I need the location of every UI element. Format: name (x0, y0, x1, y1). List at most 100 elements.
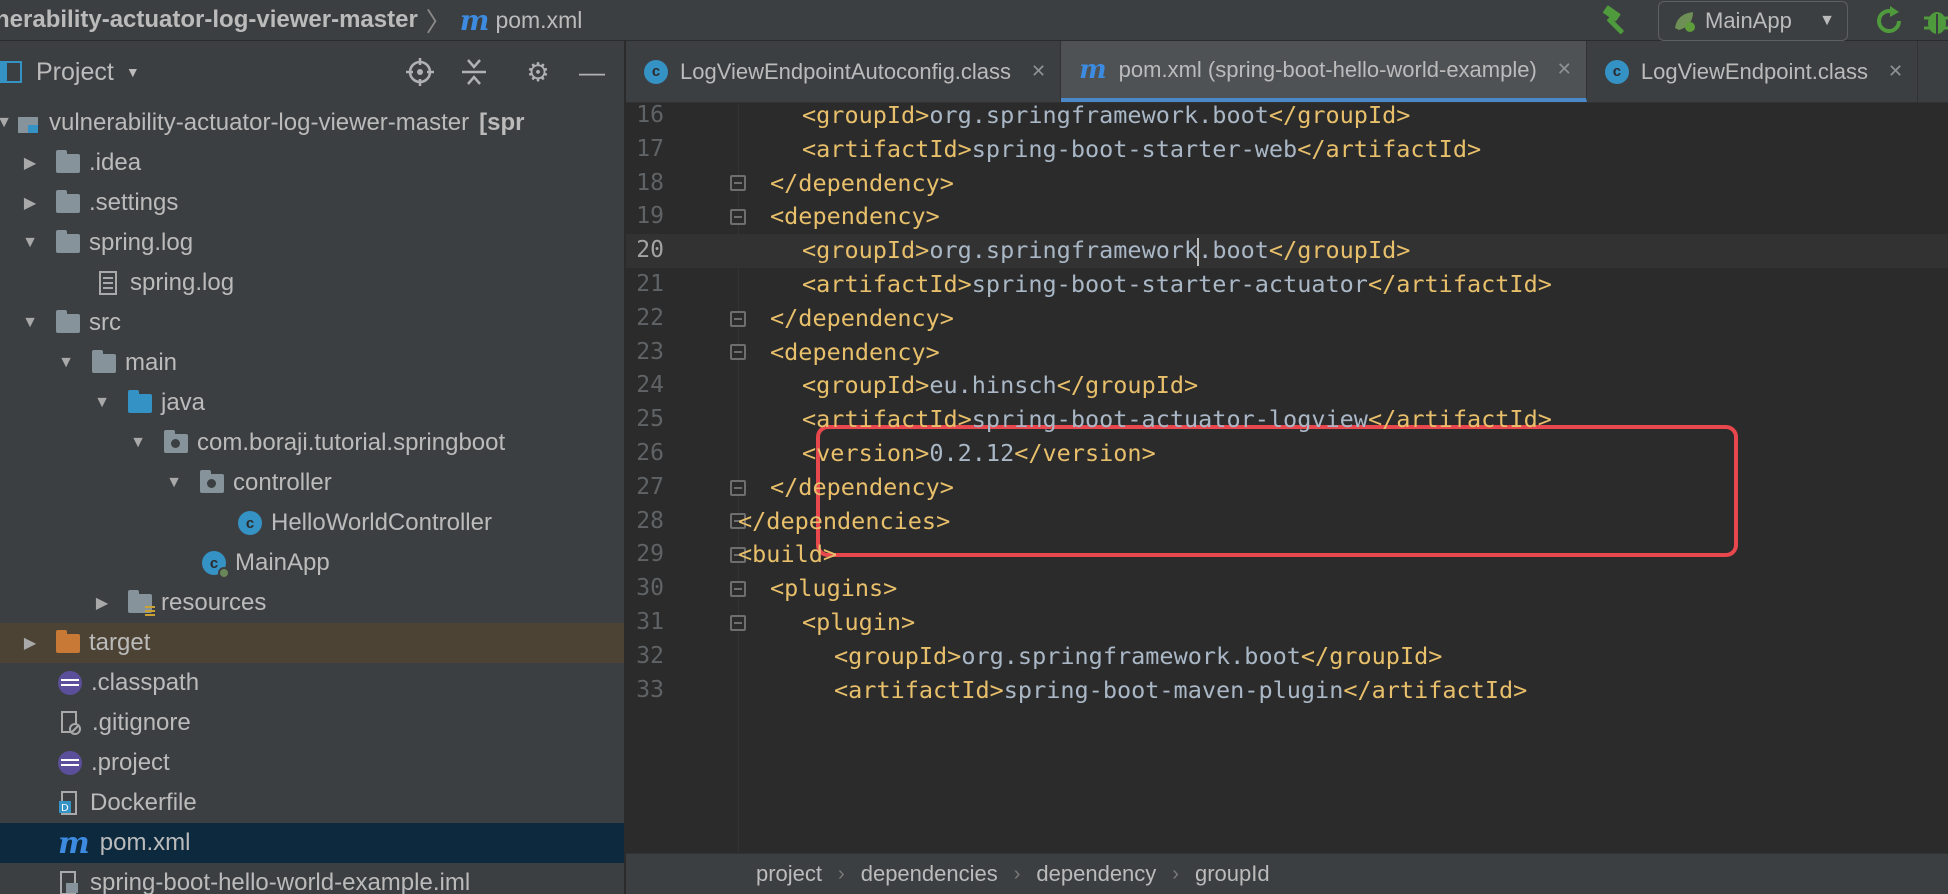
fold-marker-icon[interactable] (730, 479, 746, 496)
tree-item-label: src (89, 309, 121, 336)
line-number: 24 (636, 372, 664, 399)
close-icon[interactable]: ✕ (1888, 61, 1903, 82)
line-number: 27 (636, 473, 664, 500)
chevron-right-icon[interactable]: ▶ (20, 633, 40, 653)
tree-item-mainapp[interactable]: c MainApp (0, 543, 624, 583)
tree-item-target[interactable]: ▶ target (0, 623, 624, 663)
code-line[interactable]: 21 <artifactId>spring-boot-starter-actuat… (626, 268, 1948, 302)
chevron-right-icon[interactable]: ▶ (20, 193, 40, 213)
tree-item-controller[interactable]: ▼ controller (0, 463, 624, 503)
close-icon[interactable]: ✕ (1031, 61, 1046, 82)
xml-tag: <artifactId> (802, 405, 972, 434)
code-line[interactable]: 17 <artifactId>spring-boot-starter-web</a… (626, 133, 1948, 167)
tab-logviewendpointautoconfig[interactable]: c LogViewEndpointAutoconfig.class ✕ (626, 41, 1062, 102)
tree-item-pom-xml[interactable]: m pom.xml (0, 823, 624, 863)
chevron-right-icon[interactable]: ▶ (20, 153, 40, 173)
fold-marker-icon[interactable] (730, 175, 746, 192)
tree-item-helloworldcontroller[interactable]: c HelloWorldController (0, 503, 624, 543)
tree-item-src[interactable]: ▼ src (0, 303, 624, 343)
code-line[interactable]: 25 <artifactId>spring-boot-actuator-logvi… (626, 403, 1948, 437)
xml-tag: </version> (1014, 439, 1156, 467)
tree-item-main[interactable]: ▼ main (0, 343, 624, 383)
code-content: <groupId>org.springframework.boot</group… (802, 234, 1410, 268)
breadcrumb-item[interactable]: project (756, 861, 822, 887)
chevron-down-icon[interactable]: ▼ (164, 474, 184, 492)
tree-item-classpath[interactable]: .classpath (0, 663, 624, 703)
tree-item-spring-log-file[interactable]: spring.log (0, 263, 624, 303)
chevron-down-icon[interactable]: ▼ (126, 64, 140, 80)
code-line[interactable]: 32 <groupId>org.springframework.boot</gro… (626, 640, 1948, 674)
chevron-down-icon[interactable]: ▼ (20, 234, 40, 252)
tree-item-settings[interactable]: ▶ .settings (0, 183, 624, 223)
code-content: </dependency> (770, 471, 954, 505)
fold-marker-icon[interactable] (730, 344, 746, 361)
debug-bug-icon[interactable] (1920, 4, 1948, 38)
tree-item-gitignore[interactable]: .gitignore (0, 703, 624, 743)
code-line[interactable]: 33 <artifactId>spring-boot-maven-plugin</… (626, 674, 1948, 708)
code-content: <groupId>org.springframework.boot</group… (834, 640, 1442, 674)
fold-marker-icon[interactable] (730, 209, 746, 226)
code-line[interactable]: 28 </dependencies> (626, 505, 1948, 539)
source-folder-icon (128, 389, 152, 413)
xml-tag: </artifactId> (1367, 270, 1552, 298)
code-line[interactable]: 18 </dependency> (626, 167, 1948, 201)
chevron-right-icon[interactable]: ▶ (92, 593, 112, 613)
code-editor[interactable]: 16 <groupId>org.springframework.boot</gro… (626, 103, 1948, 853)
tree-item-idea[interactable]: ▶ .idea (0, 143, 624, 183)
chevron-down-icon[interactable]: ▼ (128, 434, 148, 452)
locate-target-icon[interactable] (400, 52, 440, 92)
chevron-down-icon[interactable]: ▼ (56, 354, 76, 372)
code-line[interactable]: 22 </dependency> (626, 302, 1948, 336)
line-number: 26 (636, 440, 664, 466)
eclipse-file-icon (58, 751, 82, 775)
code-line[interactable]: 20 <groupId>org.springframework.boot</gro… (626, 234, 1948, 268)
tree-item-label: com.boraji.tutorial.springboot (197, 429, 506, 456)
fold-marker-icon[interactable] (730, 310, 746, 327)
code-line[interactable]: 16 <groupId>org.springframework.boot</gro… (626, 103, 1948, 133)
xml-tag: <groupId> (802, 371, 930, 400)
tree-item-spring-log-folder[interactable]: ▼ spring.log (0, 223, 624, 263)
code-line[interactable]: 24 <groupId>eu.hinsch</groupId> (626, 369, 1948, 403)
close-icon[interactable]: ✕ (1557, 59, 1572, 80)
build-hammer-icon[interactable] (1598, 3, 1634, 39)
rerun-icon[interactable] (1872, 4, 1906, 38)
chevron-down-icon[interactable]: ▼ (20, 314, 40, 332)
tree-item-label: Dockerfile (90, 789, 197, 816)
code-line[interactable]: 19 <dependency> (626, 200, 1948, 234)
tree-item-package-root[interactable]: ▼ com.boraji.tutorial.springboot (0, 423, 624, 463)
code-line[interactable]: 30 <plugins> (626, 572, 1948, 606)
line-number: 19 (636, 203, 664, 230)
tree-item-project[interactable]: .project (0, 743, 624, 783)
code-line[interactable]: 26 <version>0.2.12</version> (626, 437, 1948, 471)
tree-item-iml[interactable]: spring-boot-hello-world-example.iml (0, 863, 624, 894)
tree-item-resources[interactable]: ▶ resources (0, 583, 624, 623)
tab-logviewendpoint[interactable]: c LogViewEndpoint.class ✕ (1587, 41, 1919, 102)
xml-tag: <version> (802, 439, 930, 467)
code-line[interactable]: 31 <plugin> (626, 606, 1948, 640)
fold-marker-icon[interactable] (730, 614, 746, 631)
chevron-down-icon[interactable]: ▼ (92, 394, 112, 412)
breadcrumb-file[interactable]: pom.xml (495, 7, 582, 34)
breadcrumb-item[interactable]: dependency (1036, 861, 1156, 887)
module-icon (18, 117, 38, 133)
tree-item-java[interactable]: ▼ java (0, 383, 624, 423)
breadcrumb-item[interactable]: groupId (1195, 861, 1270, 887)
fold-marker-icon[interactable] (730, 581, 746, 598)
tab-pom-xml[interactable]: m pom.xml (spring-boot-hello-world-examp… (1061, 41, 1587, 102)
tree-item-label: MainApp (235, 549, 330, 576)
code-line[interactable]: 23 <dependency> (626, 336, 1948, 370)
project-pane-title[interactable]: Project (36, 58, 114, 87)
resources-folder-icon (128, 589, 155, 616)
tree-item-root-module[interactable]: ▼ vulnerability-actuator-log-viewer-mast… (0, 103, 624, 143)
minimize-icon[interactable]: — (572, 52, 612, 92)
run-configuration-select[interactable]: MainApp ▼ (1658, 0, 1848, 41)
code-line[interactable]: 29 <build> (626, 538, 1948, 572)
collapse-all-icon[interactable] (454, 52, 494, 92)
chevron-down-icon[interactable]: ▼ (0, 114, 14, 132)
code-line[interactable]: 27 </dependency> (626, 471, 1948, 505)
gear-icon[interactable]: ⚙ (518, 52, 558, 92)
tree-item-dockerfile[interactable]: D Dockerfile (0, 783, 624, 823)
xml-text: org.springframework.boot (929, 103, 1269, 129)
breadcrumb-project[interactable]: nerability-actuator-log-viewer-master (0, 6, 418, 34)
breadcrumb-item[interactable]: dependencies (861, 861, 998, 887)
